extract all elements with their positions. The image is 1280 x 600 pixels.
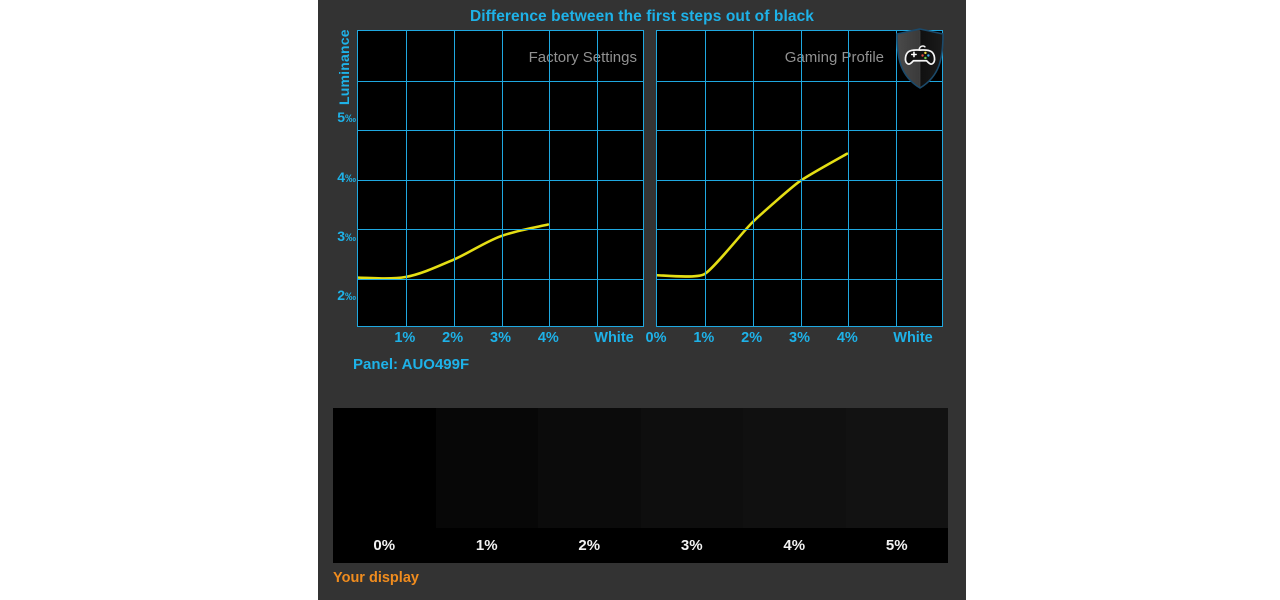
grid-line-vertical: [549, 31, 550, 326]
grid-line-horizontal: [358, 279, 643, 280]
y-axis-tick-label: 2‰: [337, 287, 356, 304]
ramp-swatch: [743, 408, 846, 528]
black-level-ramp: 0% 1% 2% 3% 4% 5%: [333, 408, 948, 563]
grid-line-vertical: [848, 31, 849, 326]
y-axis-tick-label: 5‰: [337, 109, 356, 126]
grid-line-vertical: [801, 31, 802, 326]
your-display-label: Your display: [333, 570, 419, 586]
ramp-cell: 2%: [538, 408, 641, 563]
ramp-swatch: [333, 408, 436, 528]
shield-gamepad-icon: [894, 28, 946, 90]
x-axis-tick-label: White: [893, 330, 933, 346]
ramp-swatch: [435, 408, 538, 528]
ramp-cell: 5%: [845, 408, 948, 563]
grid-line-vertical: [597, 31, 598, 326]
ramp-label: 3%: [680, 537, 703, 554]
ramp-swatch: [538, 408, 641, 528]
screenshot-root: Difference between the first steps out o…: [0, 0, 1280, 600]
ramp-label: 2%: [578, 537, 601, 554]
grid-line-horizontal: [657, 130, 942, 131]
ramp-label: 1%: [475, 537, 498, 554]
x-axis-tick-label: 2%: [741, 330, 763, 346]
ramp-swatch: [640, 408, 743, 528]
y-axis-title: Luminance: [336, 29, 352, 105]
grid-line-vertical: [502, 31, 503, 326]
x-axis-tick-group-right: 0% 1% 2% 3% 4% White: [318, 330, 966, 352]
x-axis-tick-label: 1%: [693, 330, 715, 346]
chart-factory-settings: Factory Settings: [357, 30, 644, 327]
grid-line-horizontal: [358, 180, 643, 181]
y-axis-tick-label: 3‰: [337, 227, 356, 244]
grid-line-horizontal: [358, 229, 643, 230]
grid-line-vertical: [705, 31, 706, 326]
ramp-label: 0%: [373, 537, 396, 554]
page-title: Difference between the first steps out o…: [469, 8, 815, 25]
grid-line-vertical: [753, 31, 754, 326]
x-axis-tick-label: 4%: [836, 330, 858, 346]
y-axis-tick-label: 4‰: [337, 168, 356, 185]
x-axis-tick-label: 3%: [789, 330, 810, 346]
grid-line-horizontal: [358, 81, 643, 82]
ramp-label: 5%: [885, 537, 908, 554]
grid-line-horizontal: [657, 180, 942, 181]
grid-line-vertical: [454, 31, 455, 326]
grid-line-horizontal: [358, 130, 643, 131]
ramp-cell: 1%: [435, 408, 538, 563]
ramp-cell: 0%: [333, 408, 436, 563]
grid-line-vertical: [406, 31, 407, 326]
ramp-cell: 4%: [743, 408, 846, 563]
panel-model-label: Panel: AUO499F: [353, 356, 470, 373]
grid-line-horizontal: [657, 229, 942, 230]
ramp-label: 4%: [783, 537, 806, 554]
curve-factory-settings: [358, 223, 550, 280]
measurement-panel: Difference between the first steps out o…: [318, 0, 966, 600]
ramp-cell: 3%: [640, 408, 743, 563]
ramp-swatch: [845, 408, 948, 528]
grid-line-horizontal: [657, 279, 942, 280]
x-axis-tick-label: 0%: [645, 330, 667, 346]
